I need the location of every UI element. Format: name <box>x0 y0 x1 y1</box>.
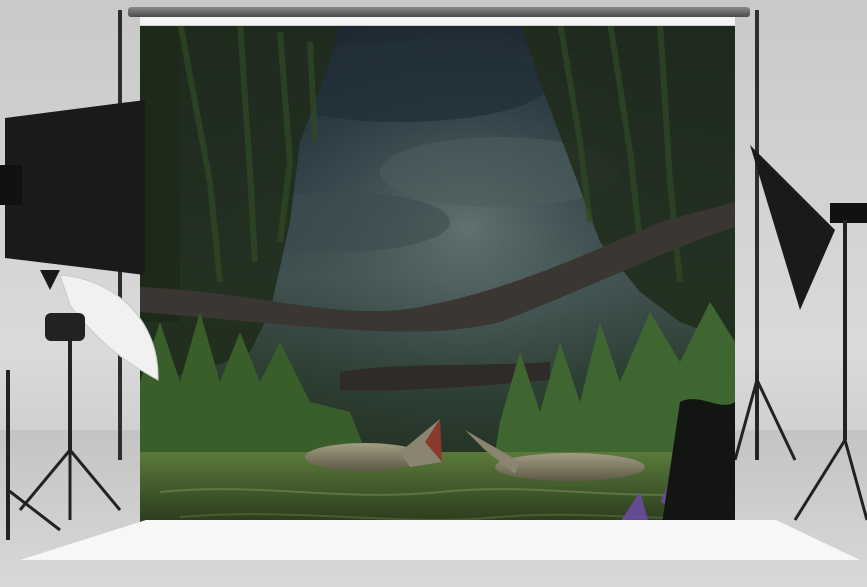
paper-roll <box>140 17 735 26</box>
softbox-icon <box>0 100 145 290</box>
photo-studio-scene <box>0 0 867 587</box>
tripod-icon <box>6 340 122 540</box>
backdrop-crossbar <box>128 7 750 17</box>
tripod-icon <box>735 220 867 521</box>
swamp-backdrop <box>140 22 735 537</box>
swamp-scene-svg <box>140 22 735 537</box>
paper-sweep <box>20 520 860 560</box>
